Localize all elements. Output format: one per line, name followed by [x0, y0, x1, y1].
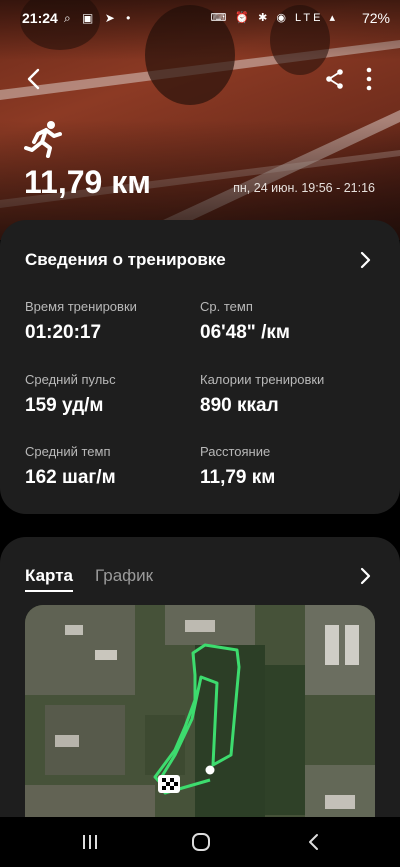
metric-value: 159 уд/м	[25, 395, 104, 416]
metric-avg-pace: Ср. темп 06'48" /км	[200, 299, 370, 344]
status-bar: 21:24 ⌕ ▣ ➤ • ⌨ ⏰ ✱ ◉ LTE ▴ 72%	[0, 8, 400, 30]
metric-label: Время тренировки	[25, 299, 137, 314]
share-icon[interactable]	[324, 68, 346, 90]
metric-label: Средний пульс	[25, 372, 116, 387]
system-icons: ⌨ ⏰ ✱ ◉ LTE ▴	[210, 12, 338, 24]
route-end-marker	[205, 765, 215, 775]
metric-label: Ср. темп	[200, 299, 253, 314]
notification-icons: ⌕ ▣ ➤ •	[64, 11, 135, 25]
chevron-right-icon[interactable]	[358, 251, 372, 269]
metric-avg-heart-rate: Средний пульс 159 уд/м	[25, 372, 195, 417]
metric-workout-time: Время тренировки 01:20:17	[25, 299, 195, 344]
metric-value: 01:20:17	[25, 322, 102, 343]
metric-distance: Расстояние 11,79 км	[200, 444, 370, 489]
metric-calories: Калории тренировки 890 ккал	[200, 372, 370, 417]
tab-chart[interactable]: График	[95, 566, 153, 586]
workout-summary-card[interactable]: Сведения о тренировке Время тренировки 0…	[0, 220, 400, 514]
chevron-right-icon[interactable]	[358, 567, 372, 585]
more-options-icon[interactable]	[364, 66, 374, 92]
metric-value: 162 шаг/м	[25, 467, 116, 488]
total-distance: 11,79 км	[24, 164, 151, 200]
metric-label: Расстояние	[200, 444, 271, 459]
metric-label: Средний темп	[25, 444, 111, 459]
metric-value: 11,79 км	[200, 467, 276, 488]
recent-apps-icon[interactable]	[78, 830, 102, 854]
workout-date-range: пн, 24 июн. 19:56 - 21:16	[233, 181, 375, 195]
metric-label: Калории тренировки	[200, 372, 325, 387]
summary-title: Сведения о тренировке	[25, 250, 226, 269]
system-navigation-bar	[0, 817, 400, 867]
tab-map[interactable]: Карта	[25, 566, 73, 592]
back-nav-icon[interactable]	[302, 830, 326, 854]
metric-avg-cadence: Средний темп 162 шаг/м	[25, 444, 195, 489]
status-time: 21:24	[22, 10, 58, 26]
running-icon	[24, 121, 62, 158]
start-flag-icon	[158, 775, 180, 793]
metric-value: 890 ккал	[200, 395, 279, 416]
home-icon[interactable]	[189, 830, 213, 854]
back-arrow-icon[interactable]	[22, 64, 46, 94]
battery-level: 72%	[361, 10, 390, 26]
metric-value: 06'48" /км	[200, 322, 290, 343]
